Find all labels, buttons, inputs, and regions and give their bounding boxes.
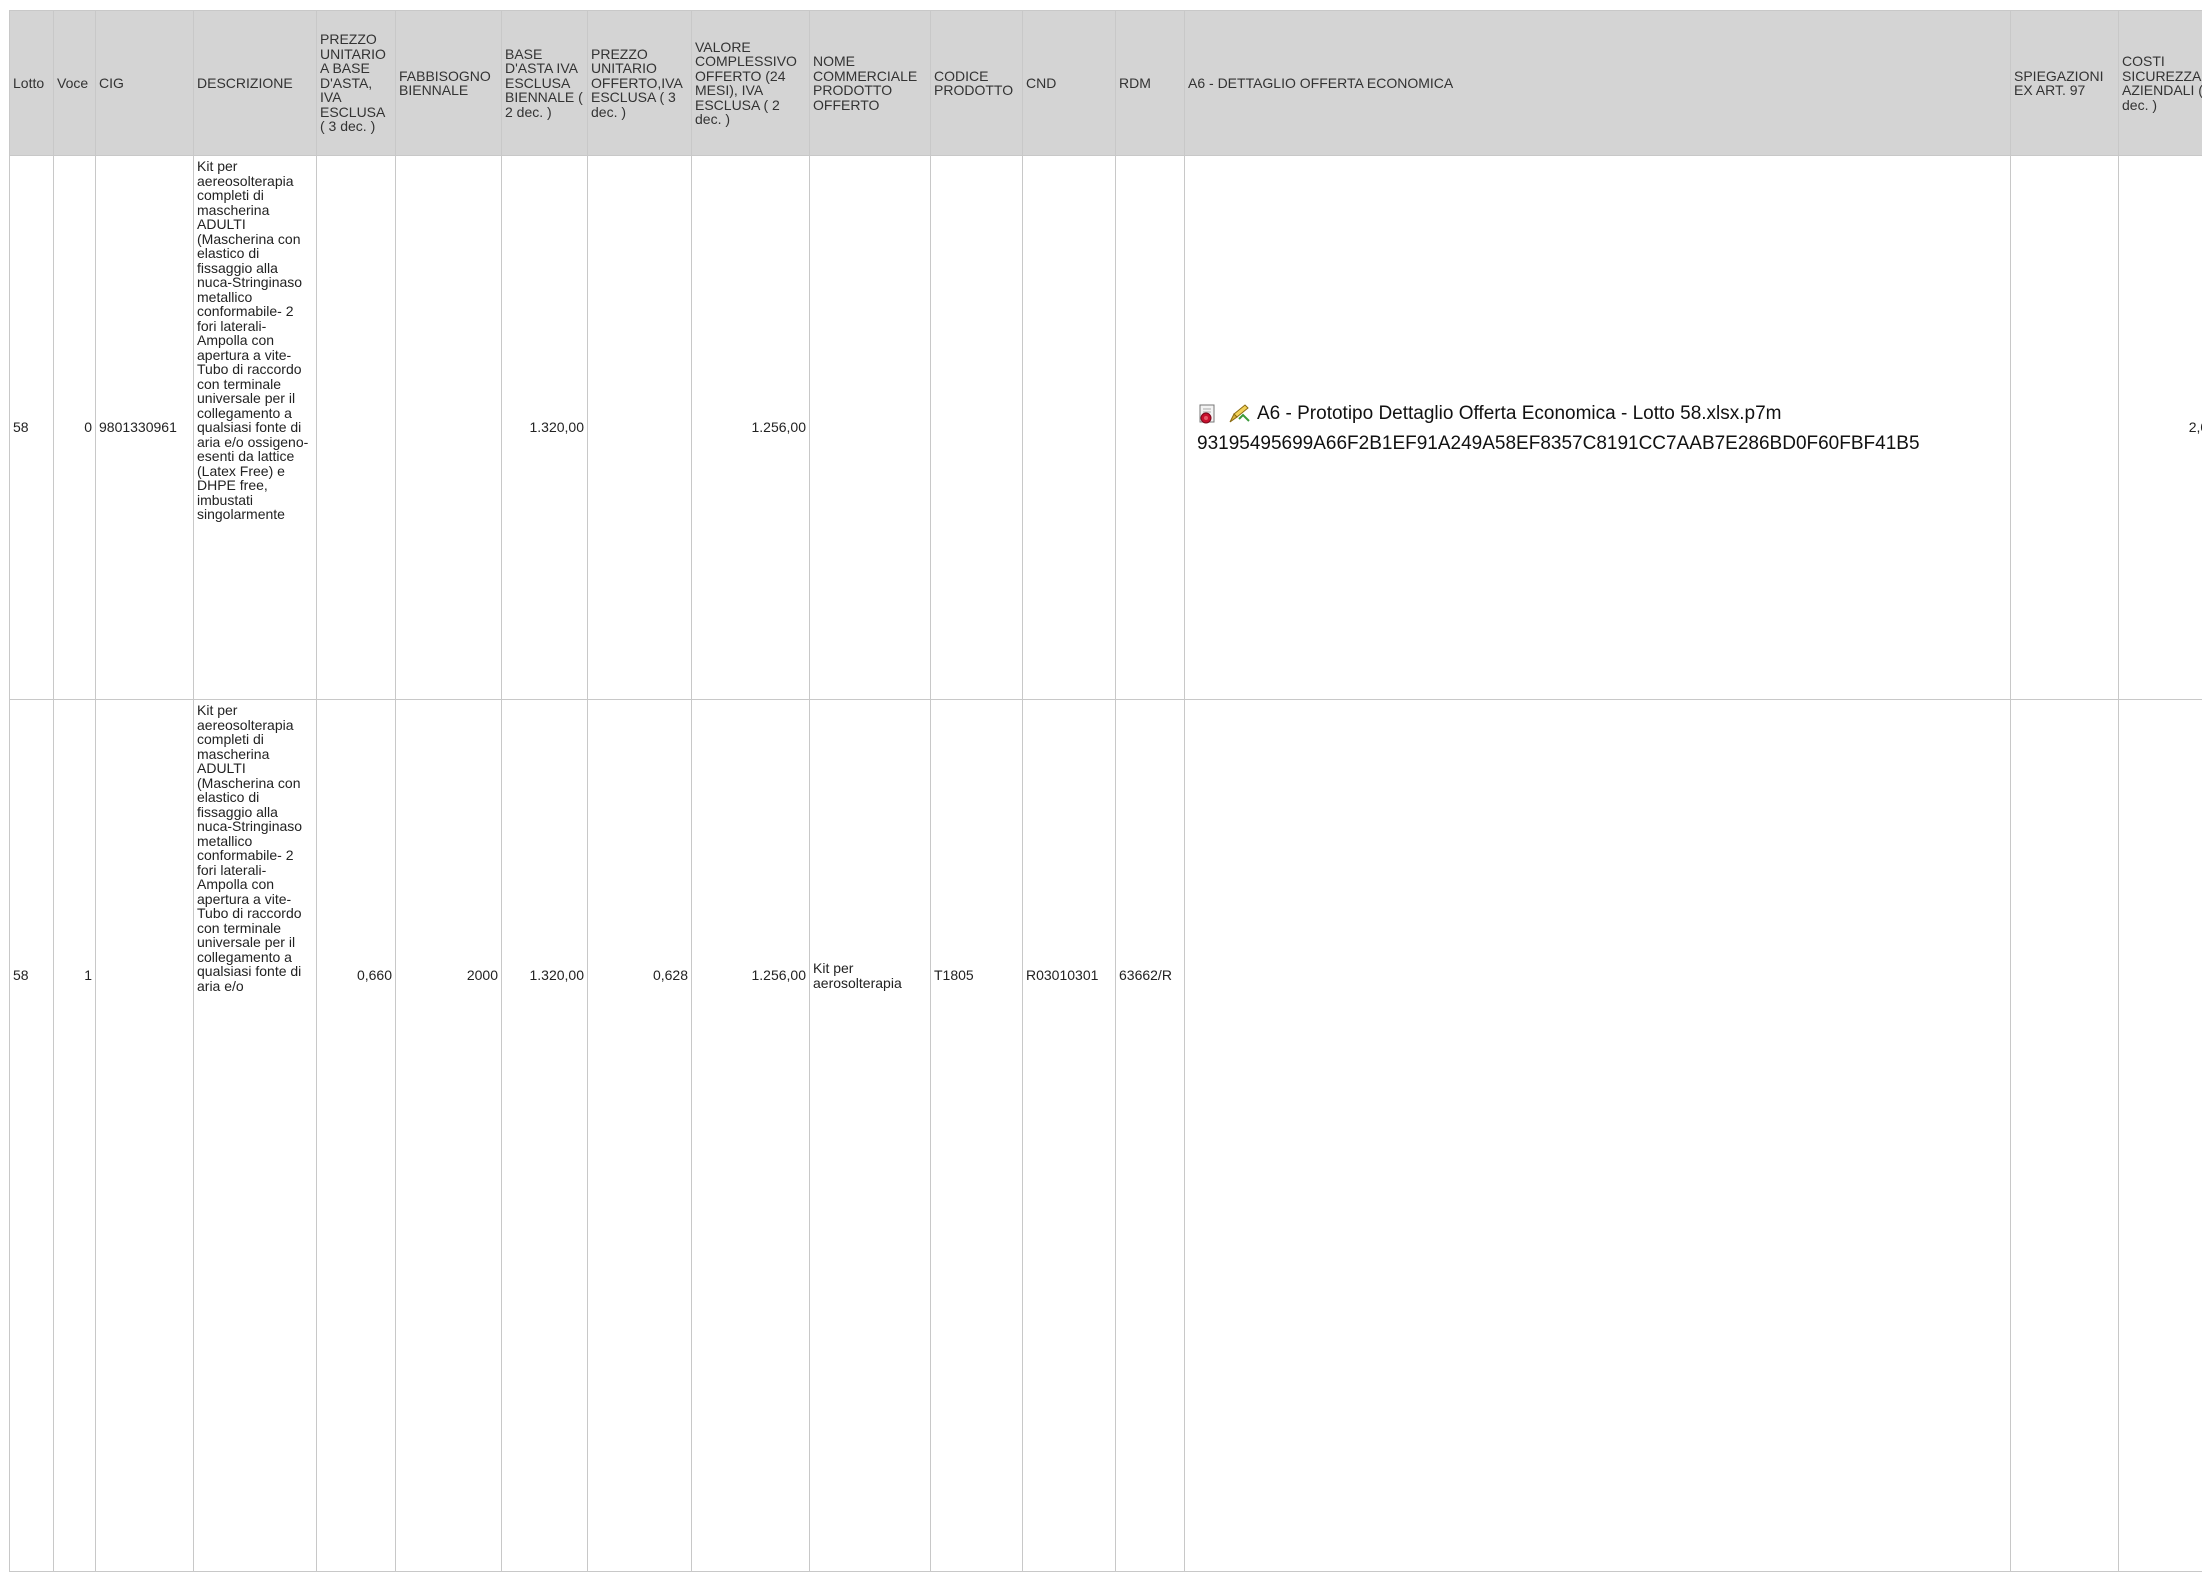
cell-rdm [1116, 156, 1185, 700]
cell-spiegazioni [2011, 700, 2119, 1572]
cell-voce: 1 [54, 700, 96, 1572]
header-codice-prodotto[interactable]: CODICE PRODOTTO [931, 11, 1023, 156]
cell-descrizione: Kit per aereosolterapia completi di masc… [194, 700, 317, 1572]
header-voce[interactable]: Voce [54, 11, 96, 156]
table-row: 58 1 Kit per aereosolterapia completi di… [10, 700, 2202, 1572]
cell-prezzo-base: 0,660 [317, 700, 396, 1572]
cell-codice-prodotto: T1805 [931, 700, 1023, 1572]
cell-valore-complessivo: 1.256,00 [692, 156, 810, 700]
cell-nome-commerciale [810, 156, 931, 700]
verify-signature-icon[interactable] [1227, 403, 1249, 425]
table-row: 58 0 9801330961 Kit per aereosolterapia … [10, 156, 2202, 700]
header-nome-commerciale[interactable]: NOME COMMERCIALE PRODOTTO OFFERTO [810, 11, 931, 156]
cell-base-asta: 1.320,00 [502, 700, 588, 1572]
cell-prezzo-offerto [588, 156, 692, 700]
cell-costi-sicurezza: 2,00 [2119, 156, 2202, 700]
attachment-hash: 93195495699A66F2B1EF91A249A58EF8357C8191… [1197, 437, 2007, 452]
header-prezzo-base[interactable]: PREZZO UNITARIO A BASE D'ASTA, IVA ESCLU… [317, 11, 396, 156]
cell-dettaglio: A6 - Prototipo Dettaglio Offerta Economi… [1185, 156, 2011, 700]
attachment-line: A6 - Prototipo Dettaglio Offerta Economi… [1197, 403, 2007, 425]
cell-codice-prodotto [931, 156, 1023, 700]
cell-valore-complessivo: 1.256,00 [692, 700, 810, 1572]
header-base-asta[interactable]: BASE D'ASTA IVA ESCLUSA BIENNALE ( 2 dec… [502, 11, 588, 156]
cell-prezzo-offerto: 0,628 [588, 700, 692, 1572]
header-cnd[interactable]: CND [1023, 11, 1116, 156]
cell-cig [96, 700, 194, 1572]
table-header-row: Lotto Voce CIG DESCRIZIONE PREZZO UNITAR… [10, 11, 2202, 156]
cell-voce: 0 [54, 156, 96, 700]
header-lotto[interactable]: Lotto [10, 11, 54, 156]
cell-descrizione: Kit per aereosolterapia completi di masc… [194, 156, 317, 700]
cell-dettaglio [1185, 700, 2011, 1572]
cell-rdm: 63662/R [1116, 700, 1185, 1572]
cell-spiegazioni [2011, 156, 2119, 700]
cell-fabbisogno [396, 156, 502, 700]
header-fabbisogno[interactable]: FABBISOGNO BIENNALE [396, 11, 502, 156]
offer-table: Lotto Voce CIG DESCRIZIONE PREZZO UNITAR… [9, 10, 2202, 1572]
header-spiegazioni[interactable]: SPIEGAZIONI EX ART. 97 [2011, 11, 2119, 156]
header-rdm[interactable]: RDM [1116, 11, 1185, 156]
attachment-file-link[interactable]: A6 - Prototipo Dettaglio Offerta Economi… [1257, 407, 1782, 422]
cell-cnd [1023, 156, 1116, 700]
header-cig[interactable]: CIG [96, 11, 194, 156]
signed-document-icon[interactable] [1197, 403, 1219, 425]
cell-cig: 9801330961 [96, 156, 194, 700]
cell-lotto: 58 [10, 700, 54, 1572]
header-dettaglio[interactable]: A6 - DETTAGLIO OFFERTA ECONOMICA [1185, 11, 2011, 156]
header-costi-sicurezza[interactable]: COSTI SICUREZZA AZIENDALI ( 2 dec. ) [2119, 11, 2202, 156]
header-descrizione[interactable]: DESCRIZIONE [194, 11, 317, 156]
cell-prezzo-base [317, 156, 396, 700]
cell-costi-sicurezza [2119, 700, 2202, 1572]
header-valore-complessivo[interactable]: VALORE COMPLESSIVO OFFERTO (24 MESI), IV… [692, 11, 810, 156]
header-prezzo-offerto[interactable]: PREZZO UNITARIO OFFERTO,IVA ESCLUSA ( 3 … [588, 11, 692, 156]
cell-cnd: R03010301 [1023, 700, 1116, 1572]
cell-base-asta: 1.320,00 [502, 156, 588, 700]
cell-nome-commerciale: Kit per aerosolterapia [810, 700, 931, 1572]
cell-lotto: 58 [10, 156, 54, 700]
cell-fabbisogno: 2000 [396, 700, 502, 1572]
